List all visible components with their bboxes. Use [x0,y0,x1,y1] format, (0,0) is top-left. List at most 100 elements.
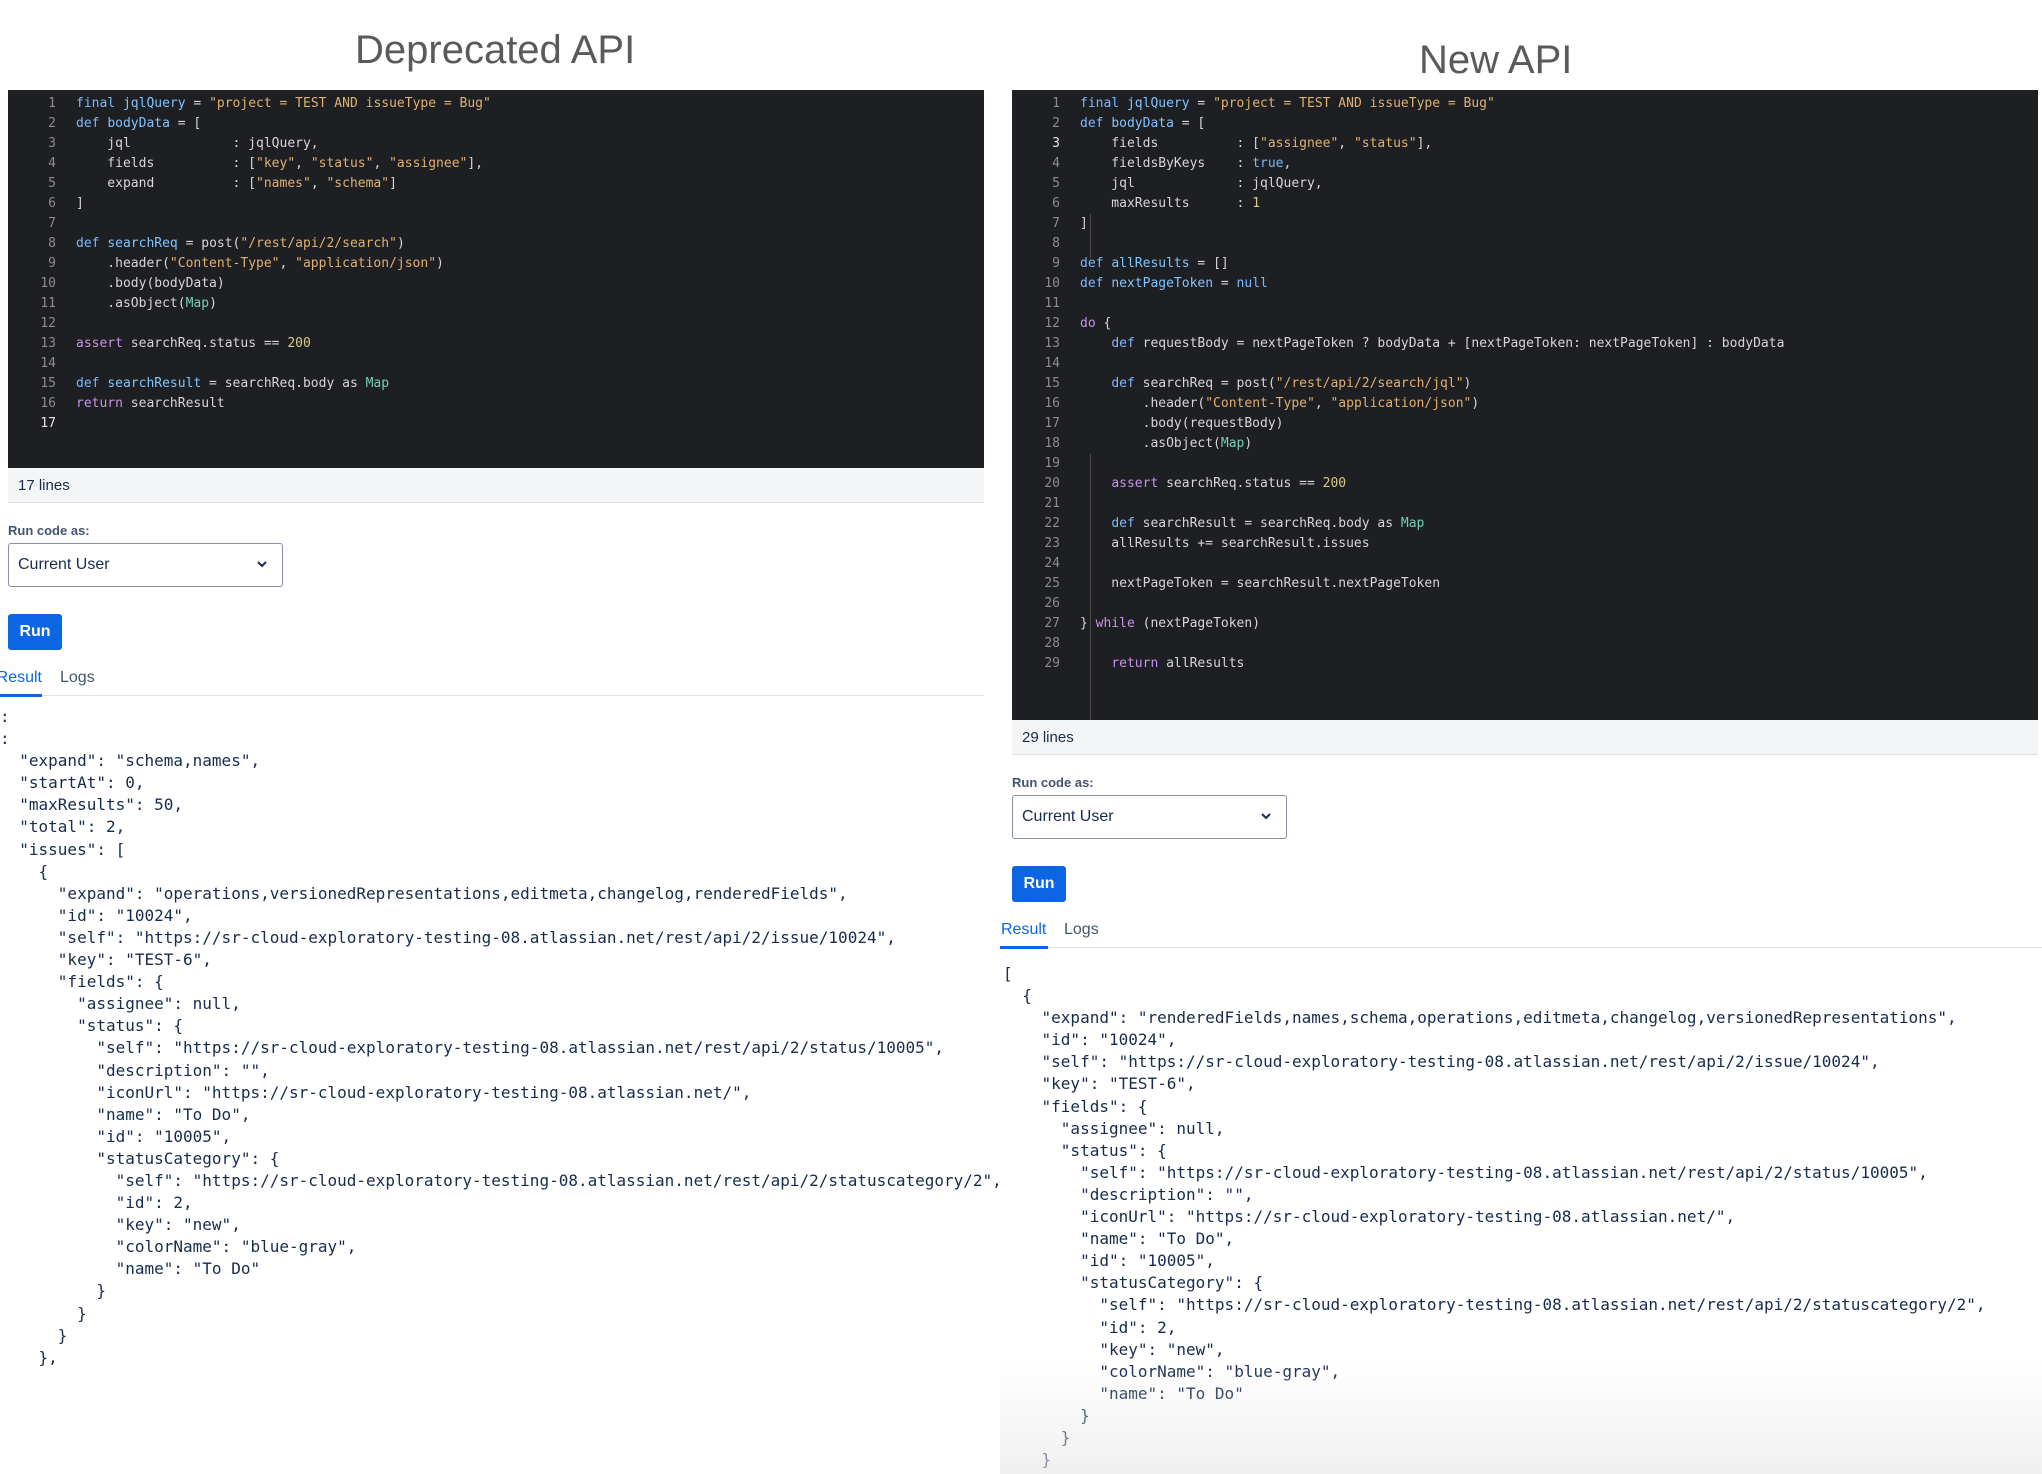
line-number: 12 [40,316,56,331]
code-token: = [185,96,210,111]
line-number: 9 [1052,256,1060,271]
code-token: def [76,236,108,251]
run-as-select[interactable]: Current User [8,543,283,587]
code-token: def [76,116,108,131]
line-number: 6 [48,196,56,211]
line-number: 11 [1044,296,1060,311]
code-token: "application/json" [295,256,437,271]
code-token: true [1252,156,1284,171]
code-token: final [76,96,123,111]
line-count-label: 17 lines [18,477,70,494]
tab-logs[interactable]: Logs [60,669,95,687]
run-as-select[interactable]: Current User [1012,795,1287,839]
run-button[interactable]: Run [8,614,62,650]
code-token: "Content-Type" [1205,396,1315,411]
code-editor[interactable]: 1 final jqlQuery = "project = TEST AND is… [8,90,984,468]
tab-result[interactable]: Result [1001,921,1046,939]
line-number: 27 [1044,616,1060,631]
line-number: 18 [1044,436,1060,451]
code-token: searchResult [107,376,202,391]
code-token: ) [1244,436,1253,451]
code-text: .body(bodyData) [76,274,224,294]
code-text: def nextPageToken = null [1080,274,1268,294]
code-token: , [1314,396,1331,411]
line-number: 28 [1044,636,1060,651]
code-token: , [310,176,327,191]
code-token: "assignee" [1260,136,1339,151]
code-text: def requestBody = nextPageToken ? bodyDa… [1080,334,1784,354]
code-text: maxResults : 1 [1080,194,1260,214]
code-text: .body(requestBody) [1080,414,1284,434]
line-number: 4 [48,156,56,171]
line-number: 19 [1044,456,1060,471]
code-text: nextPageToken = searchResult.nextPageTok… [1080,574,1440,594]
run-button[interactable]: Run [1012,866,1066,902]
code-token: assert [1111,476,1167,491]
line-number: 29 [1044,656,1060,671]
code-token: "application/json" [1330,396,1472,411]
code-token: Map [365,376,390,391]
code-token: def [1080,256,1112,271]
code-token: maxResults : [1080,196,1253,211]
code-token: Map [185,296,210,311]
code-token: fields : [ [1080,136,1261,151]
line-number: 16 [1044,396,1060,411]
code-token: def [76,376,108,391]
code-text: def searchReq = post("/rest/api/2/search… [1080,374,1471,394]
result-output: : : "expand": "schema,names", "startAt":… [0,707,1002,1367]
line-number: 2 [48,116,56,131]
code-text: def allResults = [] [1080,254,1229,274]
code-token: = [] [1189,256,1229,271]
line-number: 22 [1044,516,1060,531]
code-text: def bodyData = [ [76,114,201,134]
code-token: ] [76,196,84,211]
code-token: ) [436,256,444,271]
code-text: def searchResult = searchReq.body as Map [76,374,389,394]
tab-logs[interactable]: Logs [1064,921,1099,939]
code-token: .header( [76,256,170,271]
tab-result[interactable]: Result [0,669,42,687]
line-number: 15 [1044,376,1060,391]
code-token: return [1111,656,1167,671]
code-token: "project = TEST AND issueType = Bug" [1213,96,1495,111]
code-token: null [1236,276,1268,291]
code-token: ) [1463,376,1472,391]
code-token: .header( [1080,396,1206,411]
code-token: "status" [310,156,374,171]
code-token: , [373,156,390,171]
code-text: def searchReq = post("/rest/api/2/search… [76,234,405,254]
code-token: requestBody = nextPageToken ? bodyData +… [1142,336,1785,351]
line-number: 14 [40,356,56,371]
code-text: } while (nextPageToken) [1080,614,1260,634]
code-token: expand : [ [76,176,257,191]
code-editor[interactable]: 1 final jqlQuery = "project = TEST AND is… [1012,90,2038,720]
line-number: 13 [40,336,56,351]
code-token: ) [209,296,217,311]
tab-selected-indicator [0,694,42,697]
code-token: def [1111,516,1143,531]
code-token: nextPageToken [1111,276,1214,291]
chevron-down-icon [256,544,268,603]
code-text: .asObject(Map) [76,294,217,314]
code-text: .header("Content-Type", "application/jso… [1080,394,1480,414]
line-number: 12 [1044,316,1060,331]
code-token: { [1095,316,1112,331]
code-token: final [1080,96,1127,111]
code-token: , [1283,156,1292,171]
code-text: jql : jqlQuery, [1080,174,1322,194]
line-number: 17 [1044,416,1060,431]
code-token: searchResult = searchReq.body as [1142,516,1401,531]
code-text: return allResults [1080,654,1244,674]
line-number: 11 [40,296,56,311]
line-number: 1 [1052,96,1060,111]
indent-guide [1090,214,1091,258]
code-token: def [1111,336,1143,351]
code-token: allResults [1111,256,1190,271]
code-token: ) [396,236,405,251]
code-token: = [1189,96,1214,111]
code-text: final jqlQuery = "project = TEST AND iss… [1080,94,1495,114]
code-token: "key" [256,156,296,171]
code-token: , [295,156,311,171]
